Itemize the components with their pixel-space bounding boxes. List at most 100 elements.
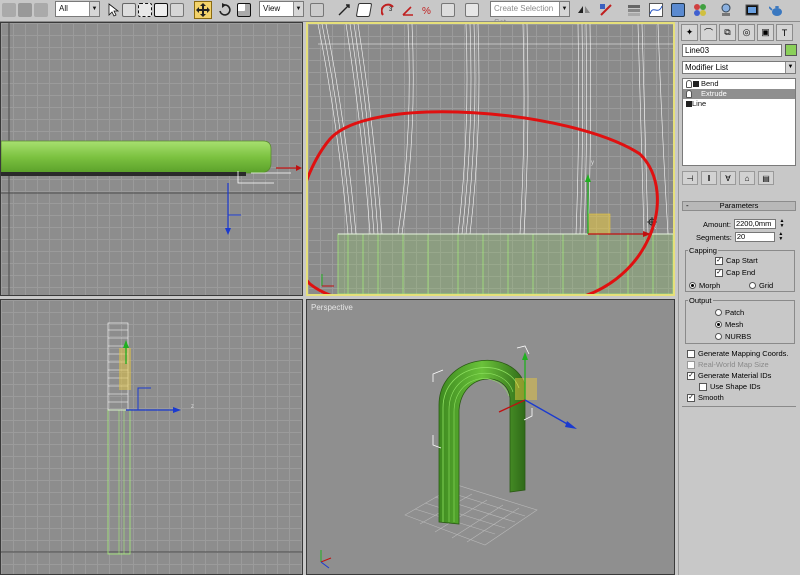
snap-icon[interactable]: 3 — [380, 1, 396, 19]
mirror-icon[interactable] — [576, 1, 592, 19]
gen-material-checkbox[interactable]: ✓ — [687, 371, 695, 380]
hierarchy-tab-icon[interactable]: ⧉ — [719, 24, 736, 41]
amount-spinner[interactable]: ▲ ▼ — [779, 219, 785, 229]
gen-mapping-row[interactable]: Generate Mapping Coords. — [687, 349, 788, 358]
stack-item-label: Extrude — [701, 89, 727, 98]
amount-label: Amount: — [703, 219, 731, 229]
configure-modifier-sets-icon[interactable]: ▤ — [758, 171, 774, 185]
keyboard-shortcut-icon[interactable] — [355, 1, 373, 19]
morph-radio[interactable] — [689, 282, 696, 289]
patch-row[interactable]: Patch — [715, 308, 744, 317]
morph-row[interactable]: Morph — [689, 281, 720, 290]
utilities-tab-icon[interactable]: T — [776, 24, 793, 41]
selection-filter-dropdown[interactable]: All ▼ — [55, 1, 100, 17]
grid-radio[interactable] — [749, 282, 756, 289]
bulb-icon[interactable] — [686, 80, 692, 88]
grid-label: Grid — [759, 281, 774, 290]
svg-text:y: y — [591, 160, 594, 166]
cap-end-checkbox[interactable]: ✓ — [715, 268, 723, 277]
pivot-center-icon[interactable] — [310, 1, 324, 19]
cap-start-checkbox[interactable]: ✓ — [715, 256, 723, 265]
show-end-result-icon[interactable]: ‖ — [701, 171, 717, 185]
layer-icon[interactable] — [626, 1, 642, 19]
select-region-icon[interactable] — [138, 1, 152, 19]
segments-input[interactable]: 20 — [734, 232, 775, 242]
modify-tab-icon[interactable]: ⌒ — [700, 24, 717, 41]
reference-coordinate-dropdown[interactable]: View ▼ — [259, 1, 304, 17]
render-setup-icon[interactable] — [718, 1, 734, 19]
angle-snap-icon[interactable] — [400, 1, 416, 19]
cap-end-label: Cap End — [726, 268, 756, 277]
grid-row[interactable]: Grid — [749, 281, 773, 290]
stack-item-bend[interactable]: Bend — [683, 79, 795, 89]
teapot-render-icon[interactable] — [768, 1, 786, 19]
display-tab-icon[interactable]: ▣ — [757, 24, 774, 41]
gen-mapping-checkbox[interactable] — [687, 349, 695, 358]
select-icon[interactable] — [106, 1, 120, 19]
amount-row: Amount: 2200,0mm ▲ ▼ — [703, 219, 785, 229]
window-crossing-icon[interactable] — [154, 1, 168, 19]
real-world-row[interactable]: Real-World Map Size — [687, 360, 769, 369]
object-name-field[interactable]: Line03 — [682, 44, 782, 57]
morph-label: Morph — [699, 281, 721, 290]
bulb-icon[interactable] — [686, 90, 692, 98]
scale-icon[interactable] — [236, 1, 252, 19]
stack-item-line[interactable]: Line — [683, 99, 795, 109]
mesh-radio[interactable] — [715, 321, 722, 328]
stack-item-extrude[interactable]: Extrude — [683, 89, 795, 99]
remove-modifier-icon[interactable]: ⌂ — [739, 171, 755, 185]
chevron-down-icon: ▼ — [293, 2, 303, 16]
select-by-name-icon[interactable] — [122, 1, 136, 19]
mesh-row[interactable]: Mesh — [715, 320, 743, 329]
real-world-checkbox[interactable] — [687, 360, 695, 369]
select-manipulate-icon[interactable] — [336, 1, 352, 19]
object-color-swatch[interactable] — [785, 44, 797, 56]
render-icon[interactable] — [744, 1, 760, 19]
selection-filter-value: All — [59, 4, 68, 13]
curve-editor-icon[interactable] — [648, 1, 664, 19]
select-move-icon[interactable] — [170, 1, 184, 19]
patch-radio[interactable] — [715, 309, 722, 316]
align-icon[interactable] — [598, 1, 614, 19]
create-tab-icon[interactable]: ✦ — [681, 24, 698, 41]
use-shape-row[interactable]: Use Shape IDs — [699, 382, 760, 391]
schematic-icon[interactable] — [670, 1, 686, 19]
unlink-icon[interactable] — [34, 1, 48, 19]
edit-named-selection-icon[interactable] — [464, 1, 480, 19]
nurbs-row[interactable]: NURBS — [715, 332, 751, 341]
modifier-list-dropdown[interactable]: Modifier List ▼ — [682, 61, 796, 74]
viewport-perspective[interactable]: Perspective — [306, 299, 675, 575]
chevron-down-icon: ▼ — [785, 62, 795, 73]
pin-stack-icon[interactable]: ⊣ — [682, 171, 698, 185]
undo-icon[interactable] — [2, 1, 16, 19]
viewport-left[interactable]: z — [0, 299, 303, 575]
cap-start-row[interactable]: ✓ Cap Start — [715, 256, 758, 265]
smooth-row[interactable]: ✓ Smooth — [687, 393, 724, 402]
svg-text:%: % — [422, 6, 431, 17]
make-unique-icon[interactable]: ∀ — [720, 171, 736, 185]
viewport-front[interactable]: y x — [306, 22, 675, 296]
smooth-checkbox[interactable]: ✓ — [687, 393, 695, 402]
use-shape-checkbox[interactable] — [699, 382, 707, 391]
amount-input[interactable]: 2200,0mm — [733, 219, 776, 229]
expand-icon[interactable] — [686, 101, 692, 107]
link-icon[interactable] — [18, 1, 32, 19]
modifier-stack[interactable]: Bend Extrude Line — [682, 78, 796, 166]
spinner-snap-icon[interactable] — [440, 1, 456, 19]
cap-end-row[interactable]: ✓ Cap End — [715, 268, 755, 277]
expand-icon[interactable] — [693, 81, 699, 87]
gen-material-row[interactable]: ✓ Generate Material IDs — [687, 371, 771, 380]
percent-snap-icon[interactable]: % — [420, 1, 436, 19]
parameters-rollout-header[interactable]: - Parameters — [682, 201, 796, 211]
material-editor-icon[interactable] — [692, 1, 708, 19]
rotate-icon[interactable] — [216, 1, 232, 19]
viewport-top[interactable] — [0, 22, 303, 296]
nurbs-radio[interactable] — [715, 333, 722, 340]
named-selection-dropdown[interactable]: Create Selection Set ▼ — [490, 1, 570, 27]
segments-label: Segments: — [696, 232, 732, 242]
segments-spinner[interactable]: ▲ ▼ — [778, 232, 784, 242]
motion-tab-icon[interactable]: ◎ — [738, 24, 755, 41]
collapse-icon: - — [686, 201, 689, 210]
stack-tools: ⊣ ‖ ∀ ⌂ ▤ — [682, 170, 796, 186]
move-icon[interactable] — [194, 1, 212, 19]
